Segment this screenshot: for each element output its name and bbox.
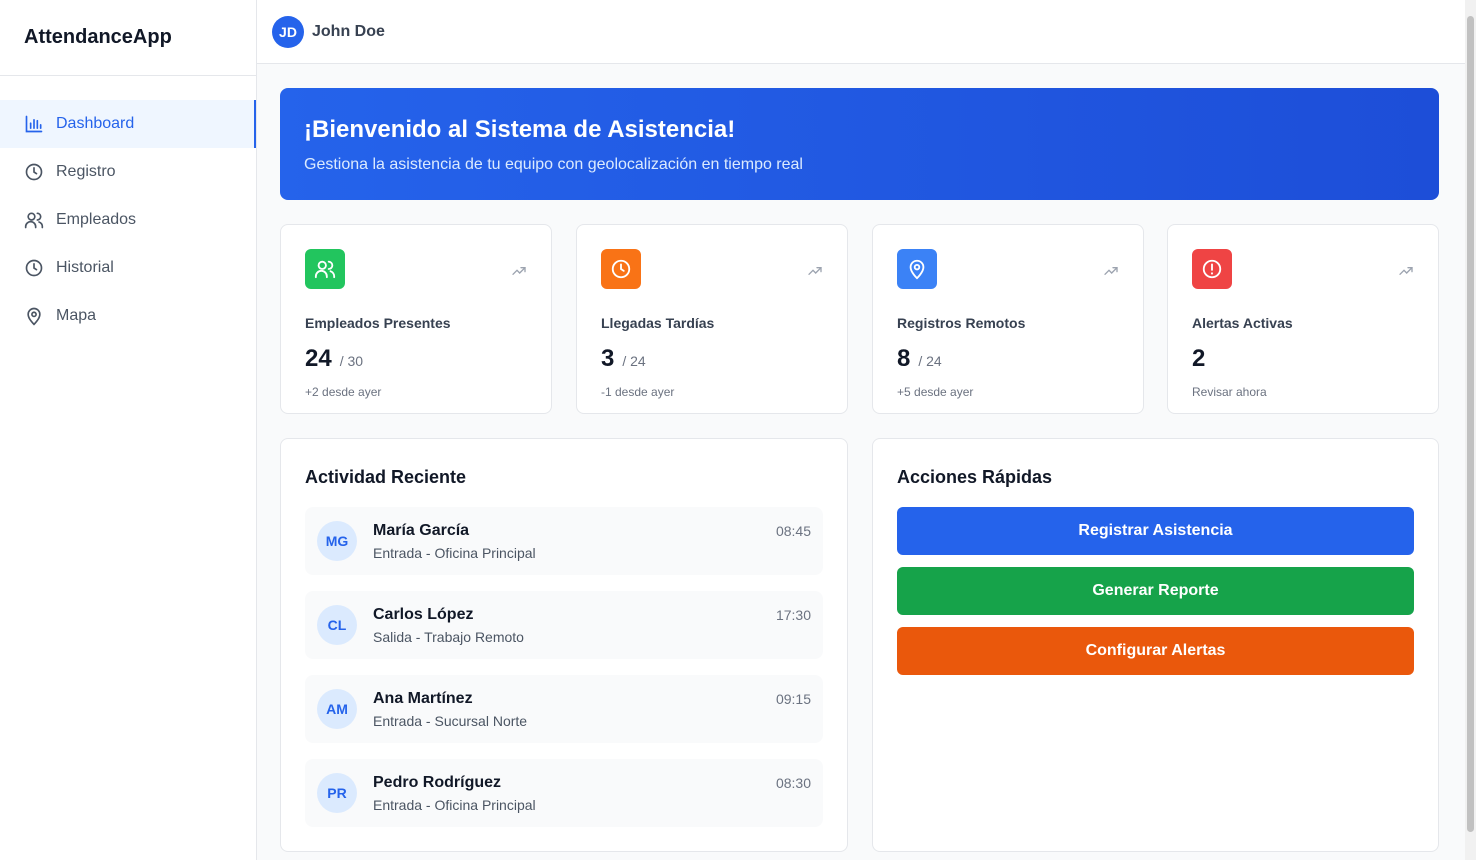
stat-total: / 24 <box>622 353 646 369</box>
top-bar: JD John Doe <box>257 0 1465 64</box>
employee-name: María García <box>373 522 470 539</box>
app-title: AttendanceApp <box>0 0 256 76</box>
stat-card-llegadas-tardias: Llegadas Tardías 3 / 24 -1 desde ayer <box>576 224 848 414</box>
panel-title: Actividad Reciente <box>305 467 467 487</box>
avatar: CL <box>317 605 357 645</box>
stat-total: / 30 <box>339 353 364 369</box>
scrollbar[interactable] <box>1465 0 1476 860</box>
sidebar-item-historial[interactable]: Historial <box>0 244 256 292</box>
sidebar-item-label: Historial <box>56 259 114 276</box>
trending-up-icon <box>1103 263 1119 279</box>
list-item[interactable]: AM Ana Martínez Entrada - Sucursal Norte… <box>305 675 823 743</box>
trending-up-icon <box>511 263 527 279</box>
avatar: AM <box>317 689 357 729</box>
sidebar-item-label: Registro <box>56 163 116 180</box>
avatar: PR <box>317 773 357 813</box>
sidebar-item-registro[interactable]: Registro <box>0 148 256 196</box>
activity-time: 09:15 <box>775 691 811 707</box>
stat-note: +5 desde ayer <box>897 385 974 399</box>
register-attendance-button[interactable]: Registrar Asistencia <box>897 507 1414 555</box>
avatar[interactable]: JD <box>272 15 304 48</box>
sidebar-item-label: Dashboard <box>56 115 135 132</box>
sidebar: AttendanceApp Dashboard Registro Emplead… <box>0 0 257 860</box>
stat-label: Empleados Presentes <box>305 315 451 331</box>
activity-description: Entrada - Sucursal Norte <box>373 713 528 729</box>
bar-chart-icon <box>24 114 44 134</box>
configure-alerts-button[interactable]: Configurar Alertas <box>897 627 1414 675</box>
stat-card-alertas-activas: Alertas Activas 2 Revisar ahora <box>1167 224 1439 414</box>
list-item[interactable]: CL Carlos López Salida - Trabajo Remoto … <box>305 591 823 659</box>
stat-card-registros-remotos: Registros Remotos 8 / 24 +5 desde ayer <box>872 224 1144 414</box>
map-pin-icon <box>897 249 937 289</box>
employee-name: Carlos López <box>373 606 474 623</box>
clock-icon <box>601 249 641 289</box>
stat-note: +2 desde ayer <box>305 385 382 399</box>
clock-icon <box>24 162 44 182</box>
activity-time: 08:30 <box>775 775 811 791</box>
scrollbar-thumb[interactable] <box>1467 16 1474 832</box>
activity-description: Salida - Trabajo Remoto <box>373 629 524 645</box>
stat-value: 2 <box>1192 345 1206 372</box>
stat-value: 8 <box>897 345 911 372</box>
generate-report-button[interactable]: Generar Reporte <box>897 567 1414 615</box>
stat-total: / 24 <box>918 353 942 369</box>
list-item[interactable]: PR Pedro Rodríguez Entrada - Oficina Pri… <box>305 759 823 827</box>
panel-title: Acciones Rápidas <box>897 467 1053 487</box>
stat-label: Llegadas Tardías <box>601 315 715 331</box>
alert-circle-icon <box>1192 249 1232 289</box>
sidebar-item-label: Mapa <box>56 307 97 324</box>
users-icon <box>305 249 345 289</box>
banner-title: ¡Bienvenido al Sistema de Asistencia! <box>304 116 736 143</box>
trending-up-icon <box>1398 263 1414 279</box>
activity-description: Entrada - Oficina Principal <box>373 545 536 561</box>
stat-value: 24 <box>305 345 332 372</box>
stat-label: Alertas Activas <box>1192 315 1293 331</box>
activity-description: Entrada - Oficina Principal <box>373 797 536 813</box>
recent-activity-panel: Actividad Reciente MG María García Entra… <box>280 438 848 852</box>
sidebar-nav: Dashboard Registro Empleados Historial M… <box>0 100 256 340</box>
clock-icon <box>24 258 44 278</box>
activity-time: 17:30 <box>775 607 811 623</box>
employee-name: Pedro Rodríguez <box>373 774 502 791</box>
quick-actions-panel: Acciones Rápidas Registrar Asistencia Ge… <box>872 438 1439 852</box>
stat-note: Revisar ahora <box>1192 385 1267 399</box>
trending-up-icon <box>807 263 823 279</box>
users-icon <box>24 210 44 230</box>
list-item[interactable]: MG María García Entrada - Oficina Princi… <box>305 507 823 575</box>
banner-subtitle: Gestiona la asistencia de tu equipo con … <box>304 156 803 173</box>
map-pin-icon <box>24 306 44 326</box>
stat-value: 3 <box>601 345 615 372</box>
stat-label: Registros Remotos <box>897 315 1026 331</box>
sidebar-item-label: Empleados <box>56 211 137 228</box>
stat-note: -1 desde ayer <box>601 385 675 399</box>
avatar: MG <box>317 521 357 561</box>
activity-time: 08:45 <box>775 523 811 539</box>
welcome-banner: ¡Bienvenido al Sistema de Asistencia! Ge… <box>280 88 1439 200</box>
sidebar-item-mapa[interactable]: Mapa <box>0 292 256 340</box>
sidebar-item-empleados[interactable]: Empleados <box>0 196 256 244</box>
stat-card-empleados-presentes: Empleados Presentes 24 / 30 +2 desde aye… <box>280 224 552 414</box>
employee-name: Ana Martínez <box>373 690 473 707</box>
sidebar-item-dashboard[interactable]: Dashboard <box>0 100 256 148</box>
user-name[interactable]: John Doe <box>312 23 385 41</box>
